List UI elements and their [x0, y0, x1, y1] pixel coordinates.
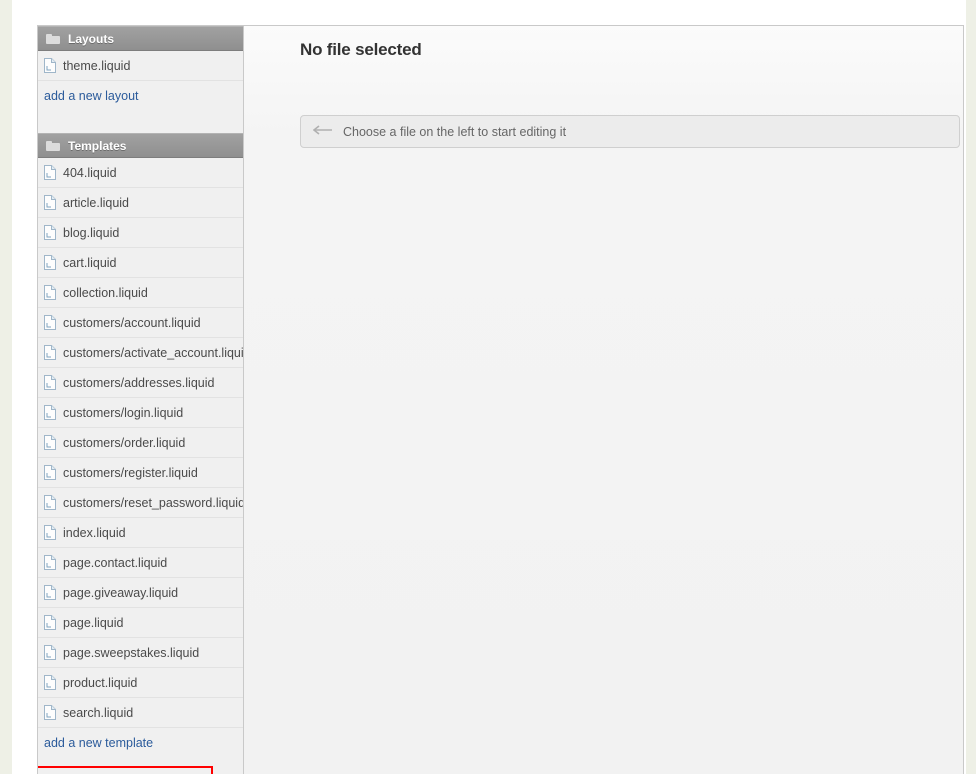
empty-state-banner: Choose a file on the left to start editi… — [300, 115, 960, 148]
sidebar-file-label: article.liquid — [63, 195, 130, 210]
theme-editor-shell: Layouts theme.liquid add a new layout Te… — [37, 25, 964, 774]
sidebar-file-row[interactable]: customers/activate_account.liquid — [38, 338, 243, 368]
sidebar-file-row[interactable]: page.contact.liquid — [38, 548, 243, 578]
sidebar-group-gap — [38, 111, 243, 133]
file-icon — [44, 315, 56, 330]
empty-state-message: Choose a file on the left to start editi… — [343, 124, 567, 139]
page-surface: Layouts theme.liquid add a new layout Te… — [12, 0, 966, 774]
file-icon — [44, 645, 56, 660]
sidebar-file-row[interactable]: customers/order.liquid — [38, 428, 243, 458]
sidebar-file-label: customers/reset_password.liquid — [63, 495, 243, 510]
sidebar-file-row[interactable]: customers/login.liquid — [38, 398, 243, 428]
sidebar-file-theme-liquid[interactable]: theme.liquid — [38, 51, 243, 81]
file-icon — [44, 585, 56, 600]
sidebar-file-row[interactable]: page.liquid — [38, 608, 243, 638]
add-a-new-layout-link[interactable]: add a new layout — [38, 81, 243, 111]
sidebar-file-label: customers/addresses.liquid — [63, 375, 215, 390]
sidebar-file-row[interactable]: customers/register.liquid — [38, 458, 243, 488]
sidebar-file-label: search.liquid — [63, 705, 134, 720]
sidebar-file-label: customers/login.liquid — [63, 405, 184, 420]
sidebar-group-title: Templates — [68, 138, 127, 153]
add-link-label: add a new template — [44, 736, 154, 750]
file-icon — [44, 345, 56, 360]
sidebar-group-title: Layouts — [68, 31, 115, 46]
add-link-label: add a new layout — [44, 89, 139, 103]
sidebar-file-row[interactable]: customers/account.liquid — [38, 308, 243, 338]
sidebar-file-label: customers/order.liquid — [63, 435, 186, 450]
arrow-left-icon — [312, 125, 333, 138]
sidebar-file-row[interactable]: 404.liquid — [38, 158, 243, 188]
sidebar-file-row[interactable]: customers/addresses.liquid — [38, 368, 243, 398]
template-file-list: 404.liquid article.liquid blog.liquid cart.… — [38, 158, 243, 728]
sidebar-group-header-templates: Templates — [38, 133, 243, 158]
file-icon — [44, 555, 56, 570]
sidebar-file-label: index.liquid — [63, 525, 126, 540]
file-icon — [44, 465, 56, 480]
sidebar-file-label: page.sweepstakes.liquid — [63, 645, 200, 660]
file-icon — [44, 58, 56, 73]
sidebar-file-row[interactable]: index.liquid — [38, 518, 243, 548]
file-icon — [44, 405, 56, 420]
file-icon — [44, 375, 56, 390]
editor-content-pane: No file selected Choose a file on the le… — [244, 26, 963, 774]
annotation-highlight-box — [38, 766, 213, 774]
folder-icon — [46, 140, 61, 152]
sidebar-file-label: 404.liquid — [63, 165, 117, 180]
sidebar-file-row[interactable]: cart.liquid — [38, 248, 243, 278]
sidebar-file-label: page.liquid — [63, 615, 124, 630]
file-icon — [44, 615, 56, 630]
sidebar-file-row[interactable]: page.giveaway.liquid — [38, 578, 243, 608]
file-icon — [44, 495, 56, 510]
add-a-new-template-link[interactable]: add a new template — [38, 728, 243, 758]
sidebar-file-row[interactable]: collection.liquid — [38, 278, 243, 308]
file-icon — [44, 225, 56, 240]
sidebar-group-header-layouts: Layouts — [38, 26, 243, 51]
file-icon — [44, 285, 56, 300]
file-icon — [44, 195, 56, 210]
sidebar-file-label: theme.liquid — [63, 58, 131, 73]
sidebar-file-label: customers/account.liquid — [63, 315, 201, 330]
sidebar-file-label: collection.liquid — [63, 285, 148, 300]
file-icon — [44, 525, 56, 540]
sidebar-file-row[interactable]: customers/reset_password.liquid — [38, 488, 243, 518]
sidebar-file-label: blog.liquid — [63, 225, 120, 240]
sidebar-file-label: customers/activate_account.liquid — [63, 345, 243, 360]
file-icon — [44, 675, 56, 690]
folder-icon — [46, 33, 61, 45]
sidebar-file-row[interactable]: search.liquid — [38, 698, 243, 728]
sidebar-file-row[interactable]: page.sweepstakes.liquid — [38, 638, 243, 668]
file-icon — [44, 255, 56, 270]
sidebar-file-row[interactable]: article.liquid — [38, 188, 243, 218]
sidebar-file-label: page.contact.liquid — [63, 555, 168, 570]
sidebar-file-row[interactable]: product.liquid — [38, 668, 243, 698]
file-icon — [44, 165, 56, 180]
sidebar-file-label: customers/register.liquid — [63, 465, 198, 480]
sidebar-file-row[interactable]: blog.liquid — [38, 218, 243, 248]
file-sidebar[interactable]: Layouts theme.liquid add a new layout Te… — [38, 26, 244, 774]
sidebar-file-label: page.giveaway.liquid — [63, 585, 179, 600]
file-icon — [44, 705, 56, 720]
file-icon — [44, 435, 56, 450]
page-title: No file selected — [300, 40, 422, 59]
sidebar-file-label: product.liquid — [63, 675, 138, 690]
sidebar-file-label: cart.liquid — [63, 255, 117, 270]
